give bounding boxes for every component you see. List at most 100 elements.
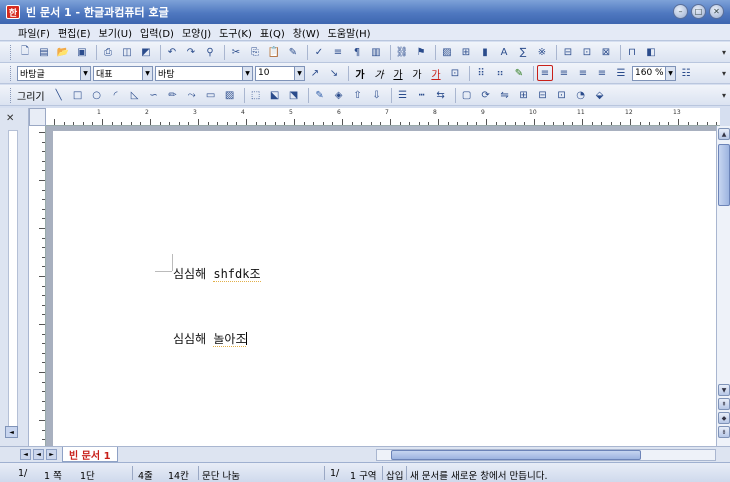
columns-icon[interactable]: ▥ (368, 44, 384, 60)
side-scroll-button[interactable]: ◄ (5, 426, 18, 438)
chart-icon[interactable]: ▮ (477, 44, 493, 60)
arrow-style-icon[interactable]: ⇆ (433, 87, 449, 103)
toolbar-more-icon[interactable]: ▾ (722, 48, 726, 57)
drawing-label[interactable]: 그리기 (17, 88, 45, 103)
ellipse-tool-icon[interactable]: ○ (89, 87, 105, 103)
line-type-icon[interactable]: ┅ (414, 87, 430, 103)
page-num-icon[interactable]: ⊠ (598, 44, 614, 60)
print-preview-icon[interactable]: ◫ (119, 44, 135, 60)
3d-icon[interactable]: ⬙ (592, 87, 608, 103)
polygon-tool-icon[interactable]: ◺ (127, 87, 143, 103)
align-left-icon[interactable]: ≡ (556, 65, 572, 81)
flip-icon[interactable]: ⇋ (497, 87, 513, 103)
undo-icon[interactable]: ↶ (164, 44, 180, 60)
paste-icon[interactable]: 📋 (266, 44, 282, 60)
print-icon[interactable]: ⎙ (100, 44, 116, 60)
zoom-combo[interactable]: 160 % ▼ (632, 65, 676, 81)
toolbar-more-icon[interactable]: ▾ (722, 69, 726, 78)
redo-icon[interactable]: ↷ (183, 44, 199, 60)
font-size-combo[interactable]: 10 ▼ (255, 65, 305, 81)
page-layout-icon[interactable]: ⊟ (560, 44, 576, 60)
header-footer-icon[interactable]: ⊡ (579, 44, 595, 60)
picture-icon[interactable]: ▨ (439, 44, 455, 60)
increase-spacing-icon[interactable]: ↗ (307, 65, 323, 81)
new-document-icon[interactable]: 🗋 (17, 44, 33, 60)
image-tool-icon[interactable]: ▨ (222, 87, 238, 103)
menu-view[interactable]: 보기(U) (99, 25, 133, 40)
language-combo[interactable]: 대표 ▼ (93, 65, 153, 81)
menu-help[interactable]: 도움말(H) (328, 25, 371, 40)
underline-icon[interactable]: 가 (390, 65, 406, 81)
horizontal-ruler[interactable]: 1234567891011121314 (46, 108, 720, 126)
close-button[interactable]: ✕ (709, 4, 724, 19)
tab-first-icon[interactable]: ◄ (20, 449, 31, 460)
ruler-corner[interactable] (29, 108, 46, 126)
tab-prev-icon[interactable]: ◄ (33, 449, 44, 460)
spell-check-icon[interactable]: ✓ (311, 44, 327, 60)
highlight-icon[interactable]: ⊡ (447, 65, 463, 81)
web-preview-icon[interactable]: ◩ (138, 44, 154, 60)
fill-color-icon[interactable]: ◈ (331, 87, 347, 103)
menu-edit[interactable]: 편집(E) (58, 25, 91, 40)
char-width-icon[interactable]: ⠶ (492, 65, 508, 81)
textart-icon[interactable]: A (496, 44, 512, 60)
menu-insert[interactable]: 입력(D) (140, 25, 174, 40)
page-up-icon[interactable]: ⇞ (718, 398, 730, 410)
undo-draw-icon[interactable]: ◔ (573, 87, 589, 103)
align-justify-icon[interactable]: ≡ (537, 65, 553, 81)
send-back-icon[interactable]: ⇩ (369, 87, 385, 103)
pencil-tool-icon[interactable]: ✏ (165, 87, 181, 103)
menu-file[interactable]: 파일(F) (18, 25, 50, 40)
menu-window[interactable]: 창(W) (293, 25, 320, 40)
save-icon[interactable]: ▣ (74, 44, 90, 60)
line-color-icon[interactable]: ✎ (312, 87, 328, 103)
select-object-icon[interactable]: ⬚ (248, 87, 264, 103)
format-painter-icon[interactable]: ✎ (285, 44, 301, 60)
maximize-button[interactable]: □ (691, 4, 706, 19)
table-icon[interactable]: ⊞ (458, 44, 474, 60)
scroll-up-icon[interactable]: ▲ (718, 128, 730, 140)
hyperlink-icon[interactable]: ⛓ (394, 44, 410, 60)
toolbar-grip[interactable] (10, 87, 13, 103)
style-combo[interactable]: 바탕글 ▼ (17, 65, 91, 81)
italic-icon[interactable]: 가 (371, 65, 387, 81)
align-center-icon[interactable]: ≡ (575, 65, 591, 81)
text-line[interactable]: 심심해 놀아조 (173, 330, 248, 347)
document-page[interactable]: 심심해 shfdk조 심심해 놀아조 (53, 131, 716, 446)
curve-tool-icon[interactable]: ∽ (146, 87, 162, 103)
char-shape-icon[interactable]: ≡ (330, 44, 346, 60)
page-down-icon[interactable]: ⇟ (718, 426, 730, 438)
chevron-down-icon[interactable]: ▼ (242, 66, 252, 80)
new-template-icon[interactable]: ▤ (36, 44, 52, 60)
rotate-icon[interactable]: ⟳ (478, 87, 494, 103)
font-color-icon[interactable]: 가 (428, 65, 444, 81)
chevron-down-icon[interactable]: ▼ (142, 66, 152, 80)
arc-tool-icon[interactable]: ◜ (108, 87, 124, 103)
rectangle-tool-icon[interactable]: □ (70, 87, 86, 103)
close-icon[interactable]: ✕ (6, 113, 14, 124)
toolbar-more-icon[interactable]: ▾ (722, 91, 726, 100)
line-style-icon[interactable]: ☰ (395, 87, 411, 103)
superscript-icon[interactable]: 가 (409, 65, 425, 81)
connector-tool-icon[interactable]: ⤳ (184, 87, 200, 103)
object-props-icon[interactable]: ⊡ (554, 87, 570, 103)
minimize-button[interactable]: – (673, 4, 688, 19)
shadow-icon[interactable]: ▢ (459, 87, 475, 103)
copy-icon[interactable]: ⎘ (247, 44, 263, 60)
textbox-tool-icon[interactable]: ▭ (203, 87, 219, 103)
distribute-icon[interactable]: ⊟ (535, 87, 551, 103)
toolbar-grip[interactable] (10, 44, 13, 60)
menu-table[interactable]: 표(Q) (260, 25, 285, 40)
chevron-down-icon[interactable]: ▼ (80, 66, 90, 80)
symbol-icon[interactable]: ※ (534, 44, 550, 60)
vertical-scrollbar[interactable]: ▲ ▼ ⇞ ◆ ⇟ (716, 126, 730, 446)
view-options-icon[interactable]: ☷ (678, 65, 694, 81)
menu-format[interactable]: 모양(J) (182, 25, 211, 40)
tab-document-1[interactable]: 빈 문서 1 (62, 447, 118, 462)
dictionary-icon[interactable]: ◧ (643, 44, 659, 60)
open-folder-icon[interactable]: 📂 (55, 44, 71, 60)
bookmark-icon[interactable]: ⚑ (413, 44, 429, 60)
horizontal-scroll-thumb[interactable] (391, 450, 641, 460)
align-objects-icon[interactable]: ⊞ (516, 87, 532, 103)
text-line[interactable]: 심심해 shfdk조 (173, 265, 261, 282)
